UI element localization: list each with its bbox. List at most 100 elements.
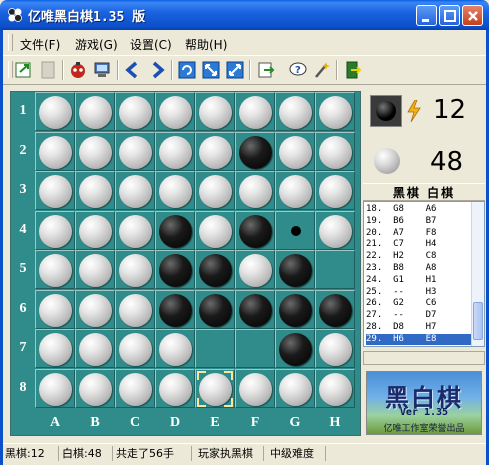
board-cell-h1[interactable] xyxy=(315,92,355,131)
board-cell-f1[interactable] xyxy=(235,92,275,131)
board-cell-c1[interactable] xyxy=(115,92,155,131)
new-game-icon[interactable] xyxy=(14,60,34,80)
move-list-item[interactable]: 19. B6 B7 xyxy=(366,216,474,227)
board-cell-f3[interactable] xyxy=(235,171,275,210)
menu-help[interactable]: 帮助(H) xyxy=(185,36,227,53)
help-icon[interactable]: ? xyxy=(288,60,308,80)
board-cell-a7[interactable] xyxy=(35,329,75,368)
export-icon[interactable] xyxy=(256,60,276,80)
menu-settings[interactable]: 设置(C) xyxy=(130,36,172,53)
board-cell-f7[interactable] xyxy=(235,329,275,368)
board-cell-e7[interactable] xyxy=(195,329,235,368)
minimize-button[interactable] xyxy=(416,5,437,26)
move-list-item[interactable]: 27. -- D7 xyxy=(366,310,474,321)
board-cell-d3[interactable] xyxy=(155,171,195,210)
board-cell-d5[interactable] xyxy=(155,250,195,289)
board-cell-g8[interactable] xyxy=(275,369,315,408)
board-cell-b8[interactable] xyxy=(75,369,115,408)
board-cell-f5[interactable] xyxy=(235,250,275,289)
board-cell-h6[interactable] xyxy=(315,290,355,329)
move-list-item[interactable]: 25. -- H3 xyxy=(366,287,474,298)
scrollbar-thumb[interactable] xyxy=(473,302,483,340)
board-cell-h8[interactable] xyxy=(315,369,355,408)
board-cell-b1[interactable] xyxy=(75,92,115,131)
wand-icon[interactable] xyxy=(312,60,332,80)
board-cell-c2[interactable] xyxy=(115,132,155,171)
board-cell-d6[interactable] xyxy=(155,290,195,329)
board-cell-e3[interactable] xyxy=(195,171,235,210)
board-cell-e5[interactable] xyxy=(195,250,235,289)
title-bar[interactable]: 亿唯黑白棋1.35 版 xyxy=(0,0,489,30)
move-list-item[interactable]: 26. G2 C6 xyxy=(366,298,474,309)
move-list-item[interactable]: 23. B8 A8 xyxy=(366,263,474,274)
board-cell-g5[interactable] xyxy=(275,250,315,289)
game-board[interactable] xyxy=(35,92,357,410)
board-cell-e8[interactable] xyxy=(195,369,235,408)
board-cell-h3[interactable] xyxy=(315,171,355,210)
move-list-item[interactable]: 29. H6 E8 xyxy=(366,333,474,345)
exit-icon[interactable] xyxy=(343,60,363,80)
board-cell-c4[interactable] xyxy=(115,211,155,250)
redo-icon[interactable] xyxy=(147,60,167,80)
board-cell-g7[interactable] xyxy=(275,329,315,368)
board-cell-a1[interactable] xyxy=(35,92,75,131)
move-list-item[interactable]: 24. G1 H1 xyxy=(366,275,474,286)
board-cell-a4[interactable] xyxy=(35,211,75,250)
computer-icon[interactable] xyxy=(92,60,112,80)
board-cell-f4[interactable] xyxy=(235,211,275,250)
board-cell-d2[interactable] xyxy=(155,132,195,171)
board-cell-c3[interactable] xyxy=(115,171,155,210)
board-cell-c6[interactable] xyxy=(115,290,155,329)
board-cell-c7[interactable] xyxy=(115,329,155,368)
move-list-item[interactable]: 18. G8 A6 xyxy=(366,204,474,215)
board-cell-d1[interactable] xyxy=(155,92,195,131)
move-list-item[interactable]: 28. D8 H7 xyxy=(366,322,474,333)
board-cell-d8[interactable] xyxy=(155,369,195,408)
board-cell-a8[interactable] xyxy=(35,369,75,408)
robot-icon[interactable] xyxy=(68,60,88,80)
board-cell-c5[interactable] xyxy=(115,250,155,289)
board-cell-b4[interactable] xyxy=(75,211,115,250)
refresh-icon[interactable] xyxy=(177,60,197,80)
board-cell-a2[interactable] xyxy=(35,132,75,171)
board-cell-c8[interactable] xyxy=(115,369,155,408)
board-cell-a6[interactable] xyxy=(35,290,75,329)
board-cell-a5[interactable] xyxy=(35,250,75,289)
board-cell-e4[interactable] xyxy=(195,211,235,250)
board-cell-b7[interactable] xyxy=(75,329,115,368)
disabled-icon[interactable] xyxy=(38,60,58,80)
moves-list[interactable]: 18. G8 A6 19. B6 B7 20. A7 F8 21. C7 H4 22. … xyxy=(363,201,485,347)
board-cell-h5[interactable] xyxy=(315,250,355,289)
move-list-item[interactable]: 20. A7 F8 xyxy=(366,228,474,239)
board-cell-g6[interactable] xyxy=(275,290,315,329)
zoom-in-icon[interactable] xyxy=(201,60,221,80)
board-cell-e1[interactable] xyxy=(195,92,235,131)
board-cell-b3[interactable] xyxy=(75,171,115,210)
move-list-item[interactable]: 21. C7 H4 xyxy=(366,239,474,250)
board-cell-f6[interactable] xyxy=(235,290,275,329)
board-cell-h4[interactable] xyxy=(315,211,355,250)
undo-icon[interactable] xyxy=(123,60,143,80)
board-cell-h7[interactable] xyxy=(315,329,355,368)
board-cell-h2[interactable] xyxy=(315,132,355,171)
board-cell-g2[interactable] xyxy=(275,132,315,171)
board-cell-a3[interactable] xyxy=(35,171,75,210)
board-cell-d7[interactable] xyxy=(155,329,195,368)
board-cell-b2[interactable] xyxy=(75,132,115,171)
board-cell-b6[interactable] xyxy=(75,290,115,329)
move-list-item[interactable]: 22. H2 C8 xyxy=(366,251,474,262)
board-cell-g1[interactable] xyxy=(275,92,315,131)
board-cell-g3[interactable] xyxy=(275,171,315,210)
board-cell-f2[interactable] xyxy=(235,132,275,171)
moves-scrollbar[interactable] xyxy=(471,202,484,346)
zoom-out-icon[interactable] xyxy=(225,60,245,80)
maximize-button[interactable] xyxy=(439,5,460,26)
close-button[interactable] xyxy=(462,5,483,26)
board-cell-d4[interactable] xyxy=(155,211,195,250)
board-cell-b5[interactable] xyxy=(75,250,115,289)
board-cell-e2[interactable] xyxy=(195,132,235,171)
board-cell-f8[interactable] xyxy=(235,369,275,408)
menu-game[interactable]: 游戏(G) xyxy=(75,36,118,53)
board-cell-e6[interactable] xyxy=(195,290,235,329)
board-cell-g4[interactable] xyxy=(275,211,315,250)
